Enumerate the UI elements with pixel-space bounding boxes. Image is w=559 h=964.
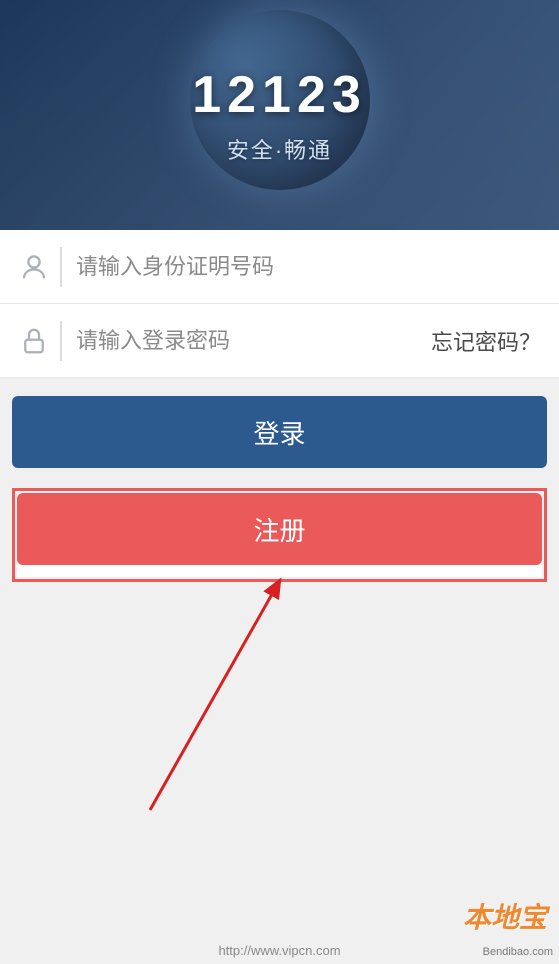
register-button-label: 注册 bbox=[253, 511, 305, 548]
input-divider bbox=[60, 247, 62, 287]
watermark-logo: 本地宝 bbox=[463, 896, 547, 936]
login-form: 忘记密码？ bbox=[0, 230, 559, 378]
user-icon bbox=[18, 251, 50, 283]
button-area: 登录 注册 bbox=[0, 378, 559, 600]
app-banner: 12123 安全·畅通 bbox=[0, 0, 559, 230]
input-divider bbox=[60, 321, 62, 361]
watermark-url: http://www.vipcn.com bbox=[0, 941, 559, 960]
register-highlight: 注册 bbox=[12, 488, 547, 582]
watermark-domain: Bendibao.com bbox=[483, 946, 553, 958]
banner-title: 12123 bbox=[192, 65, 367, 125]
login-button-label: 登录 bbox=[253, 414, 305, 451]
password-input[interactable] bbox=[76, 304, 421, 377]
register-button[interactable]: 注册 bbox=[17, 493, 542, 565]
lock-icon bbox=[18, 325, 50, 357]
register-spacer bbox=[17, 565, 542, 577]
password-input-row: 忘记密码？ bbox=[0, 304, 559, 378]
banner-subtitle: 安全·畅通 bbox=[227, 133, 332, 165]
id-input-row bbox=[0, 230, 559, 304]
login-button[interactable]: 登录 bbox=[12, 396, 547, 468]
forgot-password-link[interactable]: 忘记密码？ bbox=[421, 325, 541, 357]
id-input[interactable] bbox=[76, 230, 541, 303]
